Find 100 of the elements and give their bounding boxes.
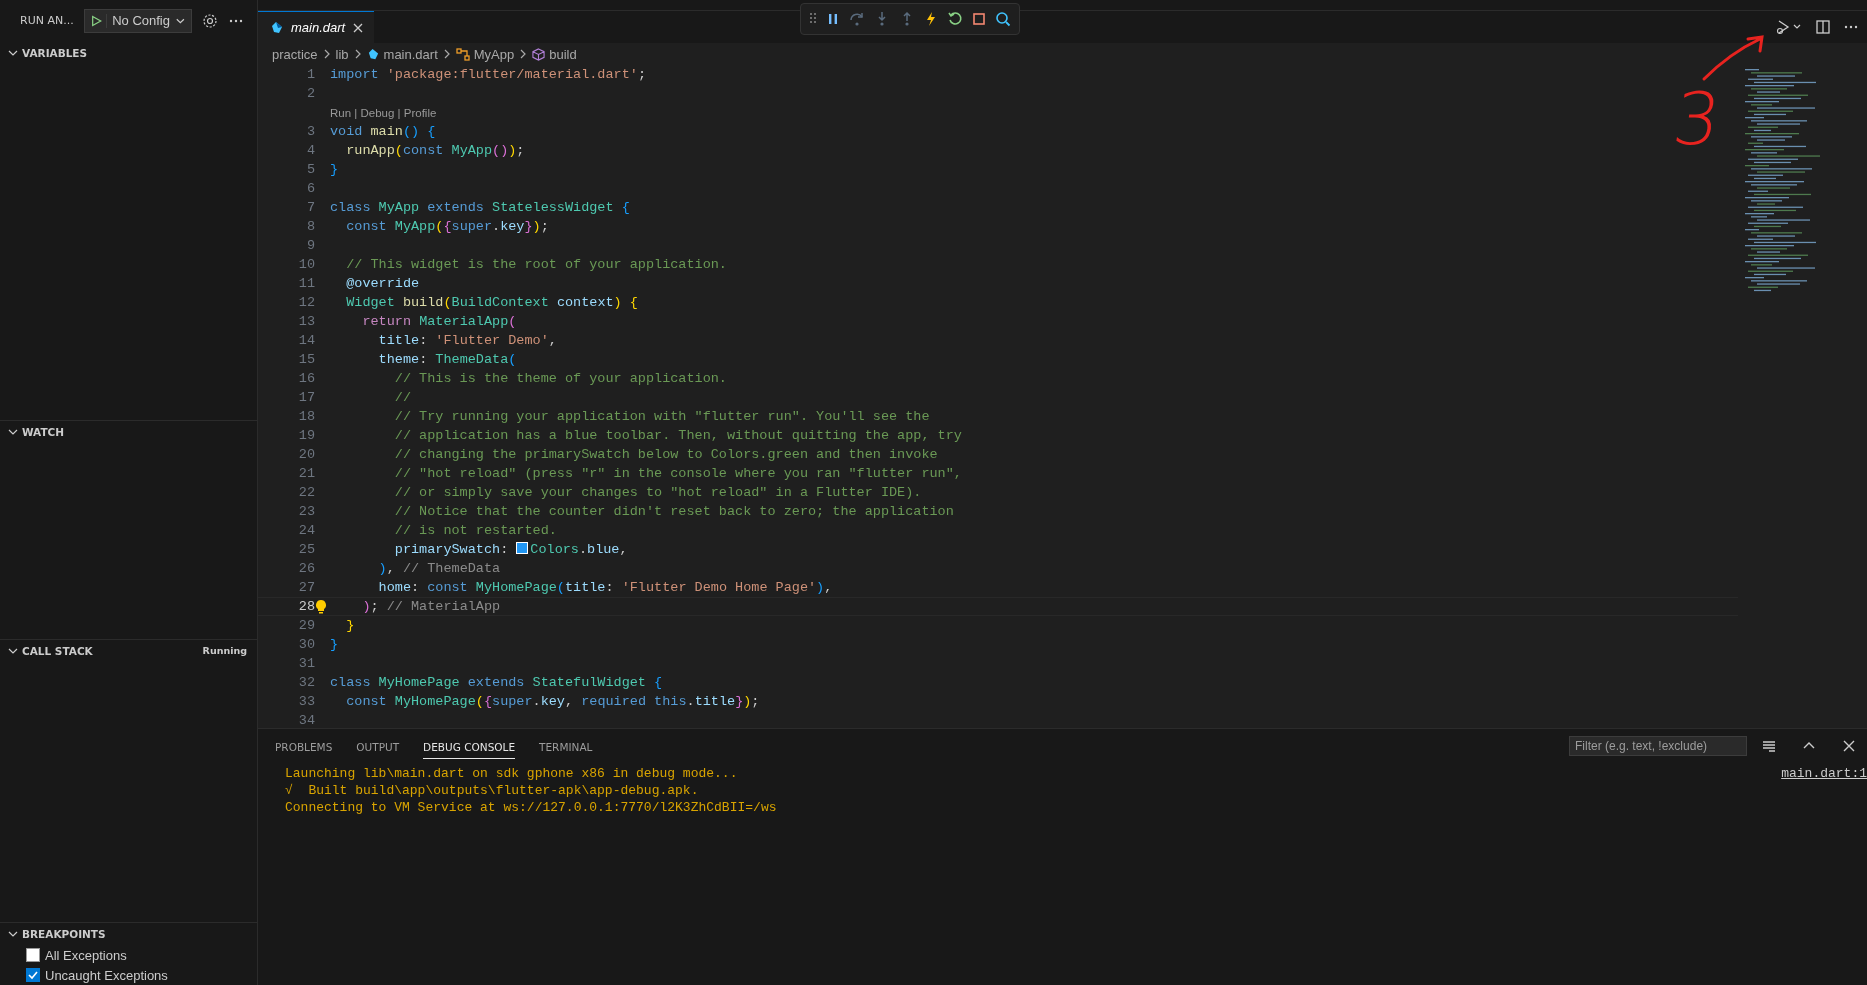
line-number: 5	[305, 162, 315, 177]
code-line: // application has a blue toolbar. Then, without quitting the app, try	[393, 428, 962, 443]
code-line: }	[345, 618, 355, 633]
code-line: @override	[345, 276, 420, 291]
sidebar-title: RUN AN...	[20, 14, 74, 28]
step-over-icon[interactable]	[849, 11, 865, 27]
line-number: 11	[297, 276, 315, 291]
play-icon[interactable]	[89, 13, 108, 28]
code-line: home: const MyHomePage(title: 'Flutter Demo Home Page'),	[377, 580, 833, 595]
line-number: 21	[297, 466, 315, 481]
split-editor-icon[interactable]	[1815, 19, 1831, 35]
panel-tab[interactable]: PROBLEMS	[275, 733, 333, 759]
line-number: 6	[305, 181, 315, 196]
line-number: 4	[305, 143, 315, 158]
checkbox[interactable]	[26, 968, 40, 982]
line-number: 7	[305, 200, 315, 215]
line-number: 9	[305, 238, 315, 253]
code-line: ); // MaterialApp	[361, 599, 501, 614]
line-number: 2	[305, 86, 315, 101]
code-line: return MaterialApp(	[361, 314, 517, 329]
code-line: runApp(const MyApp());	[345, 143, 525, 158]
line-number: 30	[297, 637, 315, 652]
breadcrumb[interactable]: practice	[272, 46, 318, 62]
panel-tab[interactable]: DEBUG CONSOLE	[423, 733, 516, 759]
code-line: const MyApp({super.key});	[345, 219, 549, 234]
restart-icon[interactable]	[947, 11, 963, 27]
dart-file-icon	[366, 47, 380, 61]
line-number: 24	[297, 523, 315, 538]
lightbulb-icon[interactable]	[315, 599, 327, 614]
code-line: Widget build(BuildContext context) {	[345, 295, 638, 310]
line-number: 31	[297, 656, 315, 671]
code-line: ), // ThemeData	[377, 561, 501, 576]
line-number: 20	[297, 447, 315, 462]
line-number: 33	[297, 694, 315, 709]
line-number: 23	[297, 504, 315, 519]
line-number: 8	[305, 219, 315, 234]
code-line: import 'package:flutter/material.dart';	[330, 67, 646, 82]
console-line: √ Built build\app\outputs\flutter-apk\app-debug.apk.	[285, 783, 699, 798]
list-icon[interactable]	[1761, 738, 1777, 754]
panel-tab[interactable]: TERMINAL	[539, 733, 593, 759]
line-number: 10	[297, 257, 315, 272]
line-number: 16	[297, 371, 315, 386]
breadcrumb[interactable]: MyApp	[455, 46, 515, 62]
close-icon[interactable]	[1841, 738, 1857, 754]
run-debug-icon[interactable]	[1775, 19, 1803, 35]
line-number: 18	[297, 409, 315, 424]
code-line: // is not restarted.	[393, 523, 557, 538]
line-number: 12	[297, 295, 315, 310]
panel-tab[interactable]: OUTPUT	[356, 733, 400, 759]
editor-tab[interactable]: main.dart	[258, 11, 375, 43]
line-number: 27	[297, 580, 315, 595]
dart-file-icon	[270, 20, 284, 35]
line-number: 13	[297, 314, 315, 329]
section-header[interactable]: BREAKPOINTS	[8, 928, 247, 940]
color-swatch[interactable]	[516, 542, 529, 554]
code-line: void main() {	[330, 124, 436, 139]
line-number: 3	[305, 124, 315, 139]
pause-icon[interactable]	[826, 12, 840, 26]
line-number: 15	[297, 352, 315, 367]
code-line: const MyHomePage({super.key, required this.title});	[345, 694, 760, 709]
code-line: }	[330, 162, 339, 177]
close-icon[interactable]	[352, 21, 365, 34]
chevron-icon[interactable]	[8, 929, 18, 939]
code-line: // or simply save your changes to "hot reload" in a Flutter IDE).	[393, 485, 922, 500]
code-line: }	[330, 637, 339, 652]
line-number: 1	[305, 67, 315, 82]
line-number: 26	[297, 561, 315, 576]
line-number: 19	[297, 428, 315, 443]
class-icon	[455, 47, 470, 61]
breadcrumb[interactable]: main.dart	[366, 46, 438, 62]
search-icon[interactable]	[995, 11, 1011, 27]
source-link[interactable]: main.dart:1	[1781, 766, 1867, 781]
code-line: // "hot reload" (press "r" in the console where you ran "flutter run",	[393, 466, 962, 481]
breadcrumb[interactable]: build	[532, 46, 577, 62]
cube-icon	[532, 47, 546, 61]
code-line: // This widget is the root of your application.	[345, 257, 727, 272]
code-line: // This is the theme of your application.	[393, 371, 727, 386]
section-header[interactable]: VARIABLES	[8, 46, 247, 59]
code-line: class MyHomePage extends StatefulWidget {	[330, 675, 663, 690]
filter-field[interactable]: Filter (e.g. text, !exclude)	[1569, 736, 1747, 756]
status-label: Running	[202, 645, 247, 657]
codelens-links[interactable]: Run | Debug | Profile	[330, 106, 437, 119]
breadcrumb[interactable]: lib	[335, 46, 349, 62]
stop-icon[interactable]	[972, 12, 986, 26]
drag-handle-icon[interactable]	[809, 12, 817, 26]
config-dropdown[interactable]: No Config	[83, 8, 192, 33]
breakpoint-label: All Exceptions	[45, 947, 127, 963]
section-header[interactable]: CALL STACK	[8, 644, 203, 657]
line-number: 17	[297, 390, 315, 405]
checkbox[interactable]	[26, 948, 40, 962]
annotation-drawing: 3	[1648, 33, 1778, 163]
line-number: 14	[297, 333, 315, 348]
lightning-icon[interactable]	[924, 11, 938, 27]
settings-icon[interactable]	[201, 12, 218, 29]
line-number: 29	[297, 618, 315, 633]
section-header[interactable]: WATCH	[8, 426, 247, 439]
code-line: title: 'Flutter Demo',	[377, 333, 557, 348]
code-line: primarySwatch: Colors.blue,	[393, 542, 628, 557]
code-line: // changing the primarySwatch below to Colors.green and then invoke	[393, 447, 938, 462]
console-line: Connecting to VM Service at ws://127.0.0.1:7770/l2K3ZhCdBII=/ws	[285, 800, 777, 815]
